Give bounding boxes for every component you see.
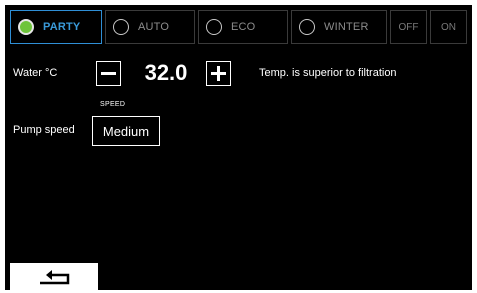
mode-auto-label: AUTO xyxy=(138,21,170,33)
water-temp-value: 32.0 xyxy=(144,60,188,85)
mode-eco-button[interactable]: ECO xyxy=(198,10,288,44)
mode-eco-label: ECO xyxy=(231,21,256,33)
pump-speed-select[interactable]: Medium xyxy=(92,116,160,146)
mode-party-button[interactable]: PARTY xyxy=(10,10,102,44)
mode-winter-button[interactable]: WINTER xyxy=(291,10,387,44)
radio-selected-icon xyxy=(18,19,34,35)
radio-empty-icon xyxy=(299,19,315,35)
power-on-label: ON xyxy=(441,21,456,33)
minus-icon xyxy=(101,72,116,75)
mode-party-label: PARTY xyxy=(43,21,81,33)
radio-empty-icon xyxy=(206,19,222,35)
power-on-button[interactable]: ON xyxy=(430,10,467,44)
power-off-button[interactable]: OFF xyxy=(390,10,427,44)
power-off-label: OFF xyxy=(398,21,419,33)
increase-temp-button[interactable] xyxy=(206,61,231,86)
speed-caption: SPEED xyxy=(100,101,126,108)
mode-auto-button[interactable]: AUTO xyxy=(105,10,195,44)
mode-winter-label: WINTER xyxy=(324,21,369,33)
return-arrow-icon xyxy=(40,270,70,285)
back-button[interactable] xyxy=(10,263,98,290)
radio-empty-icon xyxy=(113,19,129,35)
control-panel-screen: PARTY AUTO ECO WINTER OFF ON Water °C 32… xyxy=(5,5,472,290)
pump-speed-label: Pump speed xyxy=(13,124,75,136)
pump-speed-value: Medium xyxy=(102,123,150,139)
temp-filtration-note: Temp. is superior to filtration xyxy=(259,67,397,79)
decrease-temp-button[interactable] xyxy=(96,61,121,86)
water-temp-label: Water °C xyxy=(13,67,58,79)
